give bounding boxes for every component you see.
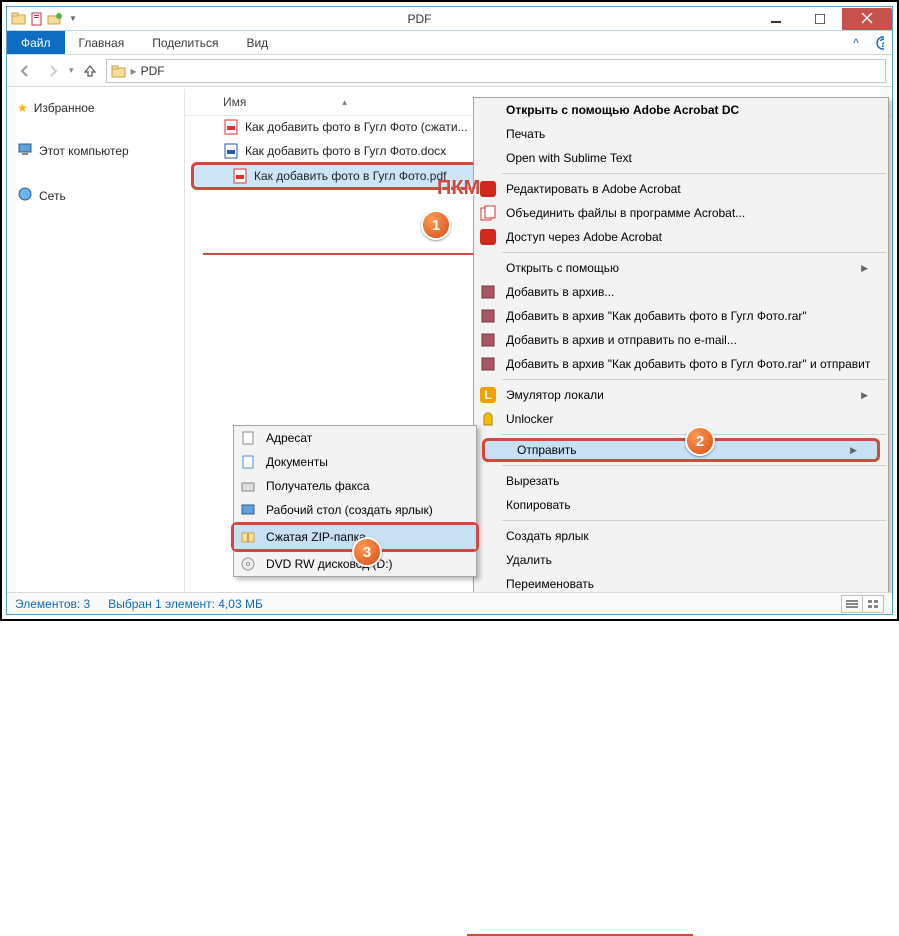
breadcrumb[interactable]: ▸ PDF [106, 59, 886, 83]
computer-icon [17, 141, 33, 160]
ribbon-toggle-icon[interactable]: ^ [844, 31, 868, 54]
annotation-badge-2: 2 [685, 426, 715, 456]
status-item-count: Элементов: 3 [15, 597, 90, 611]
sendto-fax[interactable]: Получатель факса [234, 474, 476, 498]
help-icon[interactable]: ? [868, 31, 892, 54]
ctx-copy[interactable]: Копировать [474, 493, 888, 517]
desktop-icon [238, 500, 258, 520]
context-menu: Открыть с помощью Adobe Acrobat DC Печат… [473, 97, 889, 597]
ctx-open-with[interactable]: Открыть с помощью [474, 256, 888, 280]
ctx-cut[interactable]: Вырезать [474, 469, 888, 493]
sidebar-item-label: Этот компьютер [39, 144, 129, 158]
file-name: Как добавить фото в Гугл Фото.pdf [254, 169, 446, 183]
minimize-button[interactable] [754, 8, 798, 30]
ctx-add-archive[interactable]: Добавить в архив... [474, 280, 888, 304]
ctx-print[interactable]: Печать [474, 122, 888, 146]
file-name: Как добавить фото в Гугл Фото.docx [245, 144, 446, 158]
window-title: PDF [85, 12, 754, 26]
bluetooth-icon [238, 428, 258, 448]
explorer-window: ▼ PDF Файл Главная Поделиться Вид ^ ? ▾ … [6, 6, 893, 615]
ctx-delete[interactable]: Удалить [474, 548, 888, 572]
ctx-open-sublime[interactable]: Open with Sublime Text [474, 146, 888, 170]
properties-icon[interactable] [29, 11, 45, 27]
sendto-bluetooth[interactable]: Адресат [234, 426, 476, 450]
ctx-archive-email[interactable]: Добавить в архив и отправить по e-mail..… [474, 328, 888, 352]
folder-icon [111, 63, 127, 79]
winrar-icon [478, 354, 498, 374]
annotation-badge-3: 3 [352, 537, 382, 567]
sidebar-item-favorites[interactable]: ★ Избранное [7, 97, 184, 119]
newfolder-icon[interactable] [47, 11, 63, 27]
status-bar: Элементов: 3 Выбран 1 элемент: 4,03 МБ [7, 592, 892, 614]
ctx-access-acrobat[interactable]: Доступ через Adobe Acrobat [474, 225, 888, 249]
ctx-combine-files[interactable]: Объединить файлы в программе Acrobat... [474, 201, 888, 225]
sidebar-item-label: Избранное [34, 101, 95, 115]
acrobat-cloud-icon [478, 227, 498, 247]
navigation-pane: ★ Избранное Этот компьютер Сеть [7, 89, 185, 592]
docx-icon [223, 143, 239, 159]
file-name: Как добавить фото в Гугл Фото (сжати... [245, 120, 468, 134]
acrobat-combine-icon [478, 203, 498, 223]
documents-icon [238, 452, 258, 472]
forward-button[interactable] [41, 59, 65, 83]
fax-icon [238, 476, 258, 496]
back-button[interactable] [13, 59, 37, 83]
folder-icon [11, 11, 27, 27]
titlebar: ▼ PDF [7, 7, 892, 31]
pdf-icon [232, 168, 248, 184]
ctx-add-archive-rar[interactable]: Добавить в архив "Как добавить фото в Гу… [474, 304, 888, 328]
chevron-right-icon: ▸ [131, 64, 137, 78]
close-button[interactable] [842, 8, 892, 30]
svg-text:L: L [484, 388, 491, 402]
unlocker-icon [478, 409, 498, 429]
star-icon: ★ [17, 101, 28, 115]
sidebar-item-network[interactable]: Сеть [7, 182, 184, 209]
qat-icons: ▼ [7, 9, 85, 29]
breadcrumb-label: PDF [141, 64, 165, 78]
status-selection: Выбран 1 элемент: 4,03 МБ [108, 597, 263, 611]
annotation-pkm: ПКМ [437, 177, 480, 200]
annotation-badge-1: 1 [421, 210, 451, 240]
dvd-icon [238, 554, 258, 574]
winrar-icon [478, 306, 498, 326]
network-icon [17, 186, 33, 205]
sidebar-item-computer[interactable]: Этот компьютер [7, 137, 184, 164]
tab-share[interactable]: Поделиться [138, 31, 232, 54]
view-details-button[interactable] [841, 595, 863, 613]
svg-text:?: ? [879, 36, 884, 50]
ctx-locale-emulator[interactable]: LЭмулятор локали [474, 383, 888, 407]
ctx-create-shortcut[interactable]: Создать ярлык [474, 524, 888, 548]
history-dropdown-icon[interactable]: ▾ [69, 65, 74, 76]
winrar-icon [478, 282, 498, 302]
qat-dropdown-icon[interactable]: ▼ [65, 11, 81, 27]
locale-icon: L [478, 385, 498, 405]
acrobat-icon [478, 179, 498, 199]
zip-icon [238, 527, 258, 547]
ctx-edit-acrobat[interactable]: Редактировать в Adobe Acrobat [474, 177, 888, 201]
tab-file[interactable]: Файл [7, 31, 65, 54]
tab-home[interactable]: Главная [65, 31, 139, 54]
navigation-bar: ▾ ▸ PDF [7, 55, 892, 87]
sendto-desktop[interactable]: Рабочий стол (создать ярлык) [234, 498, 476, 522]
ctx-unlocker[interactable]: Unlocker [474, 407, 888, 431]
ctx-open-acrobat-dc[interactable]: Открыть с помощью Adobe Acrobat DC [474, 98, 888, 122]
ctx-send-to[interactable]: Отправить [482, 438, 880, 462]
up-button[interactable] [78, 59, 102, 83]
view-icons-button[interactable] [862, 595, 884, 613]
sort-indicator-icon: ▴ [342, 97, 347, 108]
sendto-documents[interactable]: Документы [234, 450, 476, 474]
tab-view[interactable]: Вид [232, 31, 282, 54]
pdf-icon [223, 119, 239, 135]
ctx-archive-rar-email[interactable]: Добавить в архив "Как добавить фото в Гу… [474, 352, 888, 376]
sidebar-item-label: Сеть [39, 189, 66, 203]
ribbon-tabs: Файл Главная Поделиться Вид ^ ? [7, 31, 892, 55]
maximize-button[interactable] [798, 8, 842, 30]
winrar-icon [478, 330, 498, 350]
